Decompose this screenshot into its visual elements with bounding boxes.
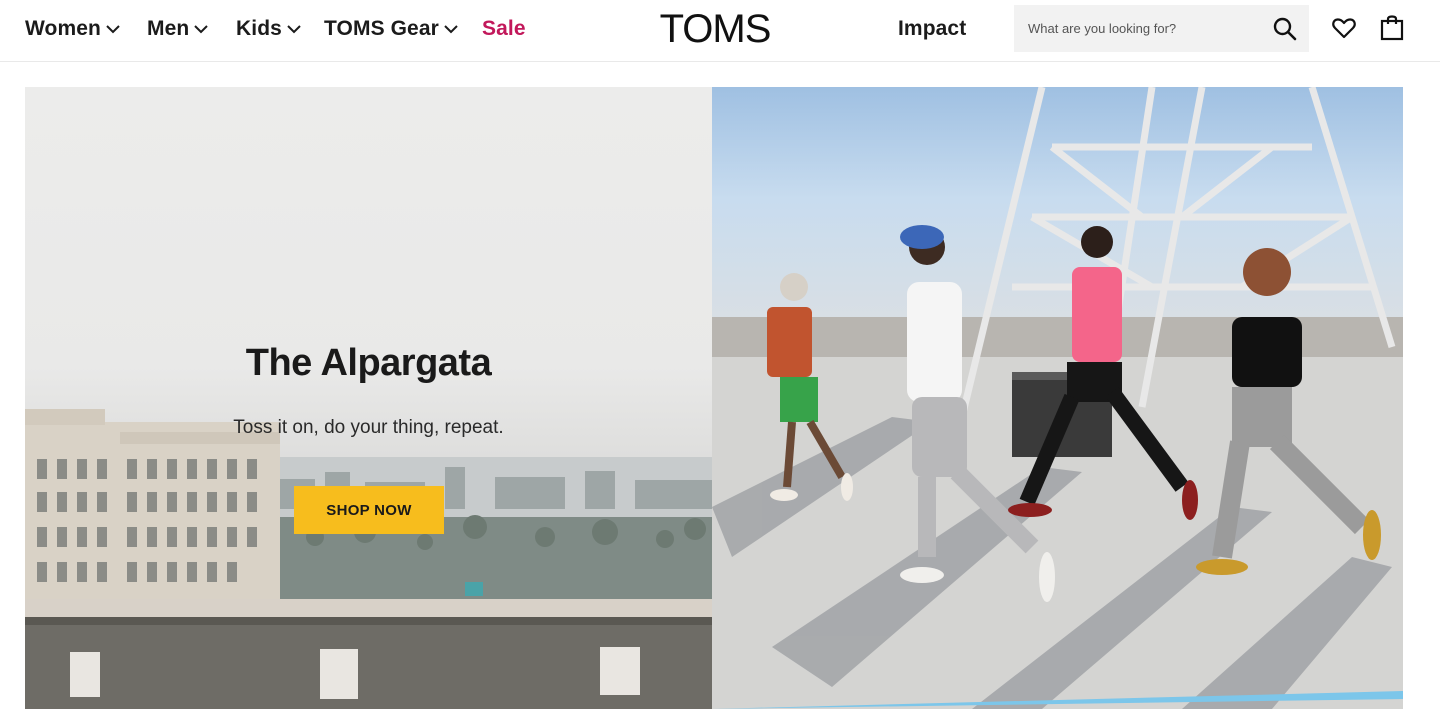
heart-icon[interactable] (1332, 17, 1356, 44)
nav-kids-label: Kids (236, 17, 282, 40)
chevron-down-icon (194, 24, 209, 34)
nav-men-label: Men (147, 17, 190, 40)
hero-rooftop-photo (712, 87, 1403, 709)
nav-toms-gear[interactable]: TOMS Gear (324, 15, 458, 43)
search-icon[interactable] (1272, 16, 1298, 42)
nav-impact[interactable]: Impact (898, 15, 966, 43)
hero-title: The Alpargata (245, 342, 492, 384)
nav-women[interactable]: Women (25, 15, 120, 43)
nav-sale[interactable]: Sale (482, 15, 526, 43)
shopping-bag-icon[interactable] (1380, 15, 1404, 46)
chevron-down-icon (287, 24, 301, 34)
toms-logo[interactable]: TOMS (656, 9, 774, 49)
nav-men[interactable]: Men (147, 15, 209, 43)
chevron-down-icon (106, 24, 120, 34)
nav-sale-label: Sale (482, 17, 526, 40)
logo-text: TOMS (659, 7, 772, 51)
nav-toms-gear-label: TOMS Gear (324, 17, 439, 40)
search-input[interactable] (1026, 20, 1270, 37)
nav-women-label: Women (25, 17, 101, 40)
site-header: Women Men Kids TOMS Gear Sale TOMS Impac… (0, 0, 1440, 62)
hero-subtitle: Toss it on, do your thing, repeat. (233, 417, 504, 438)
nav-kids[interactable]: Kids (236, 15, 301, 43)
search-bar (1014, 5, 1309, 52)
shop-now-button[interactable]: SHOP NOW (294, 486, 444, 534)
chevron-down-icon (444, 24, 458, 34)
hero-content: The Alpargata Toss it on, do your thing,… (25, 87, 712, 709)
nav-impact-label: Impact (898, 17, 967, 40)
